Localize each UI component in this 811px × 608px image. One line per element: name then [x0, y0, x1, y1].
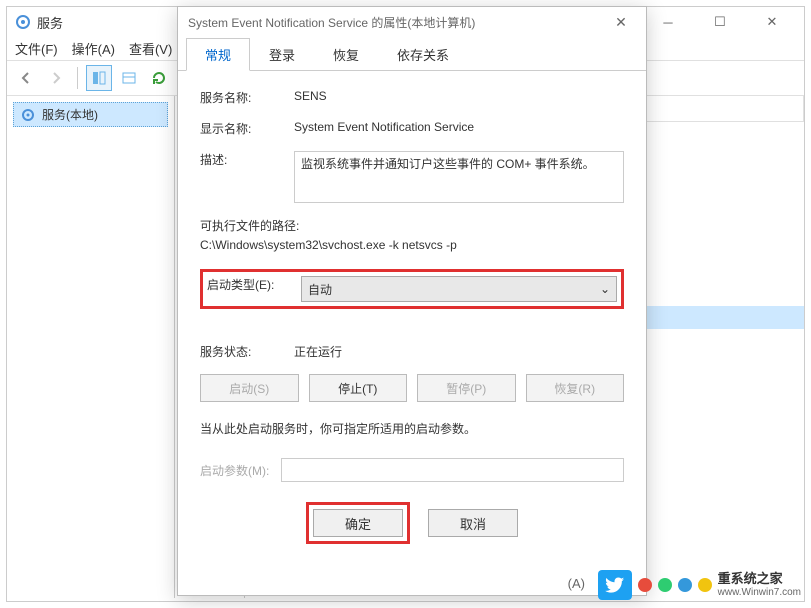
label-display-name: 显示名称: — [200, 120, 294, 137]
dialog-close-button[interactable]: ✕ — [606, 14, 636, 31]
label-description: 描述: — [200, 151, 294, 168]
dialog-title-text: System Event Notification Service 的属性(本地… — [188, 14, 475, 31]
label-exe-path: 可执行文件的路径: — [200, 217, 624, 236]
services-app-icon — [15, 14, 31, 30]
value-exe-path: C:\Windows\system32\svchost.exe -k netsv… — [200, 236, 624, 255]
value-service-status: 正在运行 — [294, 343, 624, 360]
highlight-startup-type: 启动类型(E): 自动 ⌄ — [200, 269, 624, 309]
description-textbox[interactable]: 监视系统事件并通知订户这些事件的 COM+ 事件系统。 — [294, 151, 624, 203]
logo-ball-red — [638, 578, 652, 592]
logo-ball-yellow — [698, 578, 712, 592]
stop-button[interactable]: 停止(T) — [309, 374, 408, 402]
highlight-ok: 确定 — [306, 502, 410, 544]
start-params-input — [281, 458, 624, 482]
tab-logon[interactable]: 登录 — [250, 38, 314, 71]
services-title-text: 服务 — [37, 13, 63, 32]
dialog-tabs: 常规 登录 恢复 依存关系 — [178, 37, 646, 71]
apply-shortcut: (A) — [568, 576, 585, 591]
ok-button[interactable]: 确定 — [313, 509, 403, 537]
label-start-params: 启动参数(M): — [200, 462, 269, 479]
twitter-icon — [598, 570, 632, 600]
dialog-titlebar: System Event Notification Service 的属性(本地… — [178, 7, 646, 37]
start-params-hint: 当从此处启动服务时，你可指定所适用的启动参数。 — [200, 420, 624, 438]
forward-button[interactable] — [43, 65, 69, 91]
tree-services-local[interactable]: 服务(本地) — [13, 102, 168, 127]
detail-view-button[interactable] — [86, 65, 112, 91]
tab-general[interactable]: 常规 — [186, 38, 250, 71]
label-startup-type: 启动类型(E): — [207, 276, 301, 293]
close-button[interactable]: ✕ — [752, 10, 792, 34]
watermark-url: www.Winwin7.com — [718, 587, 801, 598]
pause-button[interactable]: 暂停(P) — [417, 374, 516, 402]
start-button[interactable]: 启动(S) — [200, 374, 299, 402]
startup-type-combo[interactable]: 自动 ⌄ — [301, 276, 617, 302]
maximize-button[interactable]: ☐ — [700, 10, 740, 34]
menu-view[interactable]: 查看(V) — [129, 39, 172, 58]
tree-label: 服务(本地) — [42, 106, 98, 123]
menu-action[interactable]: 操作(A) — [72, 39, 115, 58]
value-display-name: System Event Notification Service — [294, 120, 624, 134]
menu-file[interactable]: 文件(F) — [15, 39, 58, 58]
cancel-button[interactable]: 取消 — [428, 509, 518, 537]
chevron-down-icon: ⌄ — [600, 282, 610, 296]
gear-icon — [20, 107, 36, 123]
properties-button[interactable] — [116, 65, 142, 91]
watermark-brand: 重系统之家 — [718, 572, 801, 586]
tab-dependencies[interactable]: 依存关系 — [378, 38, 468, 71]
back-button[interactable] — [13, 65, 39, 91]
properties-dialog: System Event Notification Service 的属性(本地… — [177, 6, 647, 596]
logo-ball-green — [658, 578, 672, 592]
value-service-name: SENS — [294, 89, 624, 103]
refresh-button[interactable] — [146, 65, 172, 91]
label-service-status: 服务状态: — [200, 343, 294, 360]
label-service-name: 服务名称: — [200, 89, 294, 106]
tree-pane: 服务(本地) — [7, 96, 175, 598]
tab-recovery[interactable]: 恢复 — [314, 38, 378, 71]
watermark: (A) 重系统之家 www.Winwin7.com — [598, 570, 801, 600]
resume-button[interactable]: 恢复(R) — [526, 374, 625, 402]
minimize-button[interactable]: ─ — [648, 10, 688, 34]
toolbar-divider — [77, 67, 78, 89]
logo-ball-blue — [678, 578, 692, 592]
